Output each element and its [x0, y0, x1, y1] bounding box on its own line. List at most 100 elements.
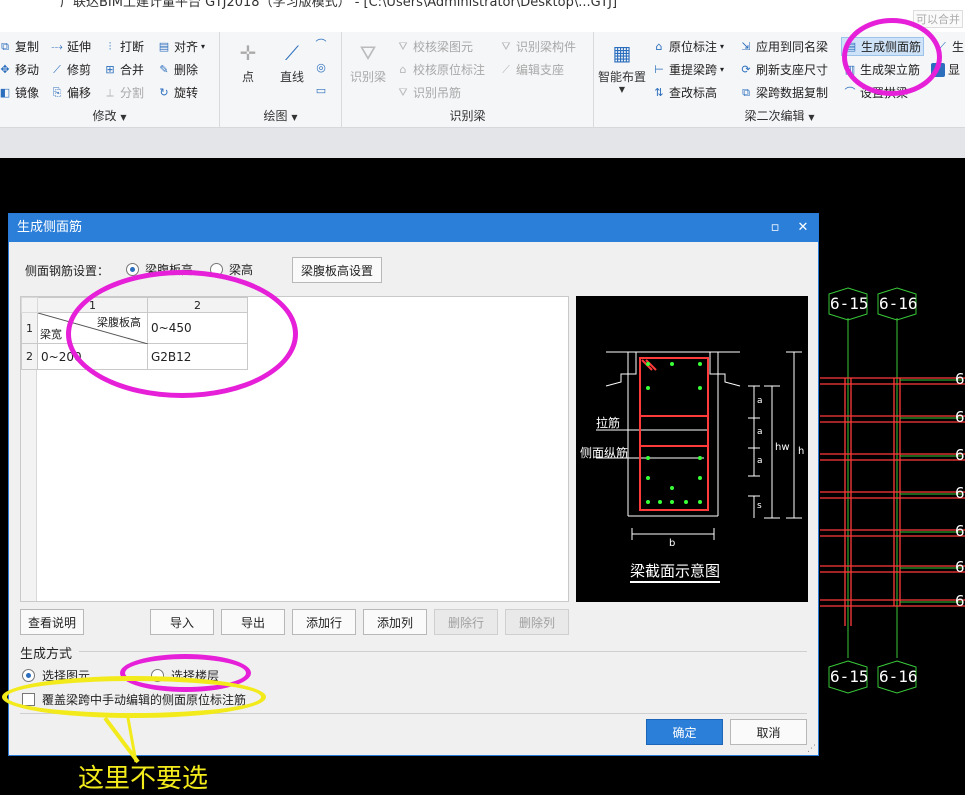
ok-button[interactable]: 确定	[646, 719, 723, 745]
web-height-radio[interactable]	[126, 263, 139, 276]
align-button[interactable]: ▤ 对齐 ▾	[157, 38, 205, 55]
method-pick-element[interactable]: 选择图元	[22, 667, 90, 684]
cut-button-2[interactable]: ✓ 显	[931, 61, 960, 78]
method-pick-floor[interactable]: 选择楼层	[151, 667, 219, 684]
in-place-annotation-button[interactable]: ⌂ 原位标注 ▾	[652, 38, 725, 55]
edge-mark-1: 6	[955, 370, 965, 388]
break-button[interactable]: ⫶ 打断	[103, 38, 144, 55]
draw-group-label[interactable]: 绘图 ▼	[220, 107, 341, 124]
break-icon: ⫶	[108, 39, 112, 53]
beam-width-cell[interactable]: 0~200	[37, 343, 148, 370]
edge-mark-4: 6	[955, 484, 965, 502]
pick-element-radio[interactable]	[22, 669, 35, 682]
resize-grip-icon[interactable]: ⋰	[807, 744, 816, 754]
re-extract-span-button[interactable]: ⊢ 重提梁跨 ▾	[652, 61, 724, 78]
move-button[interactable]: ✥ 移动	[0, 61, 39, 78]
trim-button[interactable]: ⟋ 修剪	[50, 61, 91, 78]
check-annotation-button[interactable]: ⌂ 校核原位标注	[396, 61, 486, 78]
close-icon[interactable]: ✕	[790, 214, 816, 242]
arc-icon: ⌒	[315, 38, 327, 51]
rotate-button[interactable]: ↻ 旋转	[157, 84, 198, 101]
copy-span-data-button[interactable]: ⧉ 梁跨数据复制	[739, 84, 828, 101]
arc-button[interactable]: ⌒	[314, 38, 328, 52]
recognize-member-button[interactable]: ⛛ 识别梁构件	[499, 38, 576, 55]
pick-floor-radio[interactable]	[151, 669, 164, 682]
line-button[interactable]: ⟋ 直线	[277, 38, 307, 85]
copy-button[interactable]: ⧉ 复制	[0, 38, 39, 55]
dialog-title: 生成侧面筋	[17, 220, 83, 235]
edge-mark-3: 6	[955, 446, 965, 464]
circle-button[interactable]: ◎	[314, 61, 328, 75]
smart-layout-button[interactable]: ▦ 智能布置 ▼	[598, 38, 646, 94]
recognize-beam-button[interactable]: ⛛ 识别梁	[350, 38, 386, 85]
split-icon: ⟂	[106, 85, 114, 99]
window-title: 广联达BIM土建计量平台 GTJ2018（学习版模式） - [C:\Users\…	[60, 0, 618, 10]
annotation-text: 这里不要选	[78, 764, 209, 794]
maximize-icon[interactable]: ▫	[762, 214, 788, 242]
recognize-group-label: 识别梁	[449, 109, 486, 123]
option-beam-height[interactable]: 梁高	[210, 261, 253, 278]
overwrite-checkbox[interactable]	[22, 693, 35, 706]
help-button[interactable]: 查看说明	[20, 609, 84, 635]
recognize-hanger-button[interactable]: ⛛ 识别吊筋	[396, 84, 461, 101]
add-row-button[interactable]: 添加行	[292, 609, 356, 635]
annotation-icon: ⌂	[399, 62, 407, 76]
dim-hw: hw	[775, 442, 790, 453]
dialog-title-bar[interactable]: 生成侧面筋 ▫ ✕	[9, 214, 818, 242]
option-web-height[interactable]: 梁腹板高	[126, 261, 193, 278]
mirror-button[interactable]: ◧ 镜像	[0, 84, 39, 101]
overwrite-option[interactable]: 覆盖梁跨中手动编辑的侧面原位标注筋	[22, 691, 246, 708]
stirrups	[639, 357, 709, 511]
offset-button[interactable]: ⎘ 偏移	[50, 84, 91, 101]
delete-row-button[interactable]: 删除行	[434, 609, 498, 635]
side-bar-table[interactable]: 1 2 1 梁腹板高 梁宽 0~450 2 0~200 G2B12	[20, 296, 569, 602]
secondary-group-label[interactable]: 梁二次编辑 ▼	[594, 107, 965, 124]
circle-icon: ◎	[316, 61, 326, 74]
corner-hint: 可以合并	[913, 10, 963, 28]
preview-caption: 梁截面示意图	[630, 560, 721, 583]
extend-icon: ⤏	[51, 39, 63, 53]
trim-icon: ⟋	[53, 62, 61, 76]
check-beam-button[interactable]: ⛛ 校核梁图元	[396, 38, 473, 55]
cut-button-1[interactable]: ⟋ 生	[935, 38, 964, 55]
apply-icon: ⇲	[741, 39, 751, 53]
query-elevation-button[interactable]: ⇅ 查改标高	[652, 84, 717, 101]
funnel-icon: ⛛	[359, 41, 377, 65]
set-arch-beam-button[interactable]: ⌒ 设置拱梁	[843, 84, 909, 101]
dim-a2: a	[757, 427, 763, 437]
cancel-button[interactable]: 取消	[730, 719, 807, 745]
beam-height-radio[interactable]	[210, 263, 223, 276]
span-icon: ⊢	[654, 62, 664, 76]
cut-icon: ⟋	[938, 39, 946, 53]
row-header-2: 2	[21, 343, 38, 370]
extend-button[interactable]: ⤏ 延伸	[50, 38, 91, 55]
web-height-range-cell[interactable]: 0~450	[147, 312, 248, 344]
point-button[interactable]: ✛ 点	[233, 38, 263, 85]
diag-bottom-label: 梁宽	[40, 328, 62, 341]
footer-divider	[20, 713, 807, 714]
dim-h: h	[798, 446, 805, 457]
edge-mark-2: 6	[955, 408, 965, 426]
method-divider	[79, 651, 807, 652]
web-height-setting-button[interactable]: 梁腹板高设置	[292, 257, 382, 283]
rebar-value-cell[interactable]: G2B12	[147, 343, 248, 370]
apply-same-name-button[interactable]: ⇲ 应用到同名梁	[739, 38, 828, 55]
modify-group-label[interactable]: 修改 ▼	[0, 107, 219, 124]
merge-icon: ⊞	[105, 62, 115, 76]
delete-button[interactable]: ✎ 删除	[157, 61, 198, 78]
delete-col-button[interactable]: 删除列	[505, 609, 569, 635]
add-col-button[interactable]: 添加列	[363, 609, 427, 635]
import-button[interactable]: 导入	[150, 609, 214, 635]
split-button[interactable]: ⟂ 分割	[103, 84, 144, 101]
generate-side-bar-button[interactable]: ▤ 生成侧面筋	[841, 37, 925, 56]
refresh-support-button[interactable]: ⟳ 刷新支座尺寸	[739, 61, 828, 78]
line-icon: ⟋	[285, 41, 299, 65]
edge-mark-7: 6	[955, 592, 965, 610]
merge-button[interactable]: ⊞ 合并	[103, 61, 144, 78]
generate-erection-bar-button[interactable]: ▥ 生成架立筋	[843, 61, 920, 78]
edit-support-button[interactable]: ⟋ 编辑支座	[499, 61, 564, 78]
arch-icon: ⌒	[844, 85, 856, 99]
export-button[interactable]: 导出	[221, 609, 285, 635]
rect-button[interactable]: ▭	[314, 84, 328, 98]
row-header-1: 1	[21, 312, 38, 344]
